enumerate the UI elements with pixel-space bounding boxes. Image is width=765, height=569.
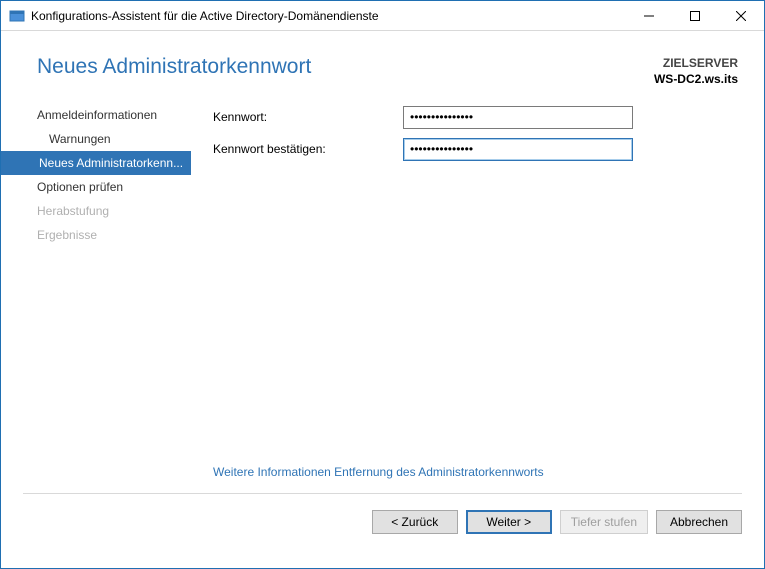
window-controls: [626, 1, 764, 30]
confirm-password-label: Kennwort bestätigen:: [213, 142, 403, 156]
step-review-options[interactable]: Optionen prüfen: [1, 175, 191, 199]
confirm-password-row: Kennwort bestätigen:: [213, 135, 738, 163]
target-server-block: ZIELSERVER WS-DC2.ws.its: [654, 55, 738, 87]
window-title: Konfigurations-Assistent für die Active …: [31, 9, 626, 23]
main-panel: Kennwort: Kennwort bestätigen: Weitere I…: [191, 103, 738, 493]
demote-button: Tiefer stufen: [560, 510, 648, 534]
minimize-button[interactable]: [626, 1, 672, 30]
next-button[interactable]: Weiter >: [466, 510, 552, 534]
more-info-link[interactable]: Weitere Informationen Entfernung des Adm…: [213, 465, 738, 493]
step-results: Ergebnisse: [1, 223, 191, 247]
password-label: Kennwort:: [213, 110, 403, 124]
back-button[interactable]: < Zurück: [372, 510, 458, 534]
target-server-value: WS-DC2.ws.its: [654, 71, 738, 87]
close-button[interactable]: [718, 1, 764, 30]
page-title: Neues Administratorkennwort: [37, 55, 311, 79]
maximize-button[interactable]: [672, 1, 718, 30]
target-server-label: ZIELSERVER: [654, 55, 738, 71]
title-bar: Konfigurations-Assistent für die Active …: [1, 1, 764, 31]
step-warnings[interactable]: Warnungen: [1, 127, 191, 151]
wizard-footer: < Zurück Weiter > Tiefer stufen Abbreche…: [1, 494, 764, 550]
app-icon: [9, 8, 25, 24]
step-new-admin-password[interactable]: Neues Administratorkenn...: [1, 151, 191, 175]
step-demotion: Herabstufung: [1, 199, 191, 223]
password-row: Kennwort:: [213, 103, 738, 131]
cancel-button[interactable]: Abbrechen: [656, 510, 742, 534]
header: Neues Administratorkennwort ZIELSERVER W…: [1, 31, 764, 103]
step-credentials[interactable]: Anmeldeinformationen: [1, 103, 191, 127]
wizard-body: Anmeldeinformationen Warnungen Neues Adm…: [1, 103, 764, 493]
wizard-steps-sidebar: Anmeldeinformationen Warnungen Neues Adm…: [1, 103, 191, 493]
password-input[interactable]: [403, 106, 633, 129]
confirm-password-input[interactable]: [403, 138, 633, 161]
